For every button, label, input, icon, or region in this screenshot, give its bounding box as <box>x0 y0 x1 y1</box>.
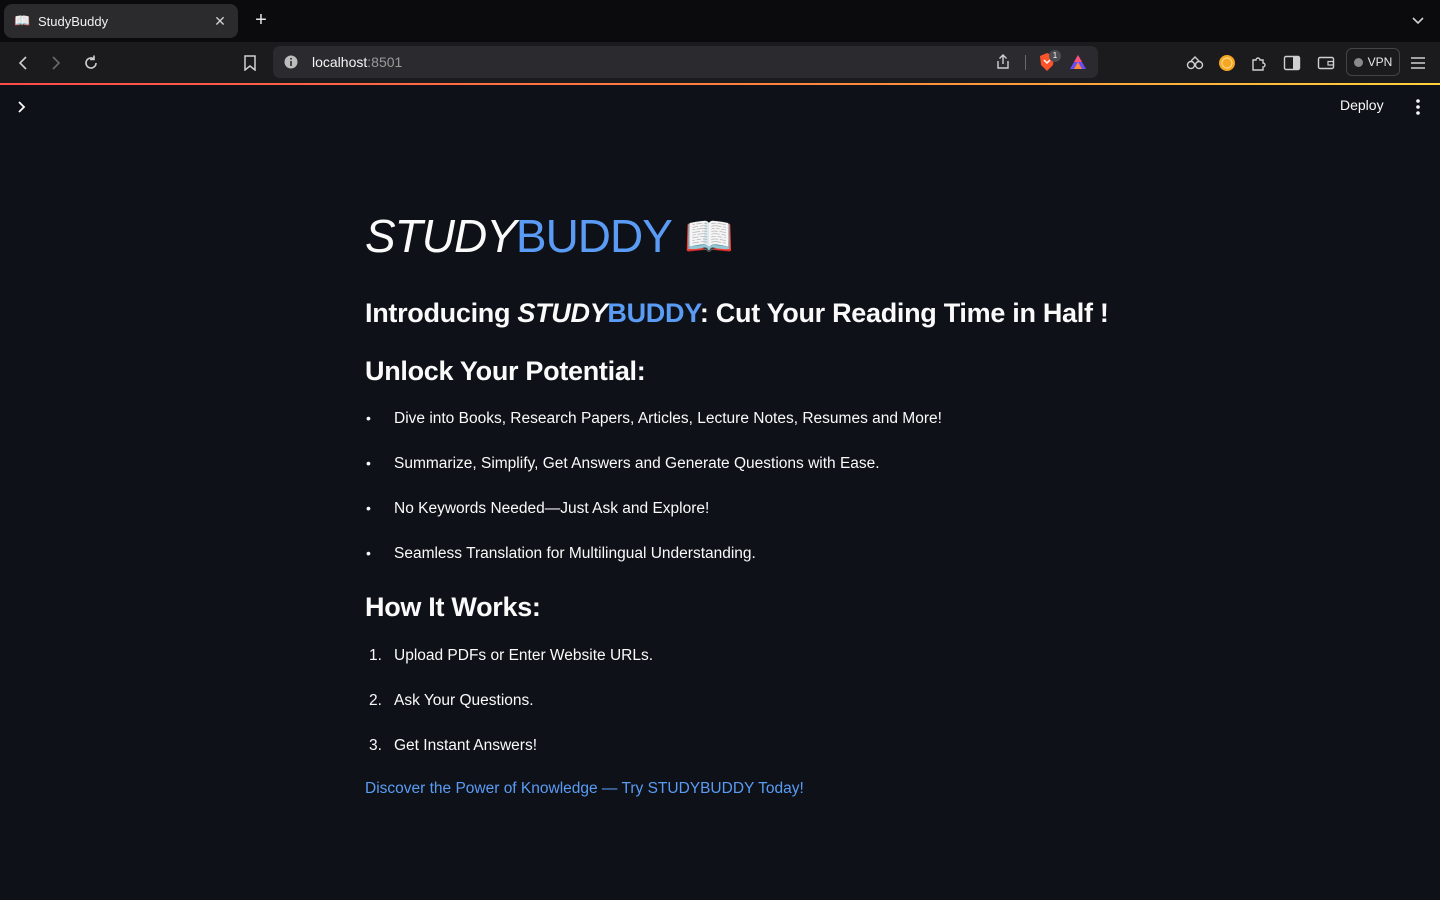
new-tab-icon[interactable]: + <box>250 9 272 31</box>
wallet-icon[interactable] <box>1315 52 1337 74</box>
reload-icon[interactable] <box>80 52 102 74</box>
step-text: Ask Your Questions. <box>394 692 534 709</box>
url-text[interactable]: localhost:8501 <box>312 54 402 70</box>
back-icon[interactable] <box>12 52 34 74</box>
list-item-text: Summarize, Simplify, Get Answers and Gen… <box>394 455 880 472</box>
app-header: Deploy <box>0 85 1440 129</box>
open-book-icon: 📖 <box>683 214 734 259</box>
list-item: 3. Get Instant Answers! <box>365 737 653 782</box>
menu-icon[interactable] <box>1407 52 1429 74</box>
app-title: STUDY BUDDY 📖 <box>365 200 1085 272</box>
bullet-icon: • <box>366 410 371 426</box>
title-buddy: BUDDY <box>515 210 673 262</box>
cta-link[interactable]: Discover the Power of Knowledge — Try ST… <box>365 780 804 798</box>
feature-list: • Dive into Books, Research Papers, Artic… <box>365 410 942 590</box>
rewards-coin-icon[interactable] <box>1216 52 1238 74</box>
deploy-button[interactable]: Deploy <box>1340 97 1384 113</box>
title-study: STUDY <box>365 210 517 262</box>
vpn-status-icon <box>1353 57 1363 67</box>
list-item: • Seamless Translation for Multilingual U… <box>365 545 942 590</box>
list-item-text: Dive into Books, Research Papers, Articl… <box>394 410 942 427</box>
bookmark-icon[interactable] <box>239 52 261 74</box>
forward-icon[interactable] <box>45 52 67 74</box>
tab-title: StudyBuddy <box>38 13 109 29</box>
intro-brand-study: STUDY <box>517 298 608 328</box>
bullet-icon: • <box>366 545 371 561</box>
vpn-button[interactable]: VPN <box>1346 48 1400 76</box>
bullet-icon: • <box>366 455 371 471</box>
vpn-label: VPN <box>1367 55 1393 69</box>
list-item: 2. Ask Your Questions. <box>365 692 653 737</box>
step-text: Get Instant Answers! <box>394 737 538 754</box>
url-divider <box>1025 55 1026 70</box>
intro-heading: Introducing STUDYBUDDY: Cut Your Reading… <box>365 298 1109 329</box>
more-options-icon[interactable] <box>1410 97 1426 117</box>
shields-count-badge: 1 <box>1049 50 1061 62</box>
intro-suffix: : Cut Your Reading Time in Half ! <box>699 298 1109 328</box>
extensions-icon[interactable] <box>1248 52 1270 74</box>
section-heading-potential: Unlock Your Potential: <box>365 356 646 386</box>
book-favicon-icon: 📖 <box>14 13 31 28</box>
section-heading-how-it-works: How It Works: <box>365 592 541 622</box>
url-port: :8501 <box>367 54 403 70</box>
list-item-text: No Keywords Needed—Just Ask and Explore! <box>394 500 710 517</box>
share-icon[interactable] <box>995 54 1011 70</box>
browser-tab-bar: 📖 StudyBuddy ✕ + <box>0 0 1440 42</box>
list-item: • Summarize, Simplify, Get Answers and Ge… <box>365 455 942 500</box>
site-info-icon[interactable] <box>283 54 299 70</box>
ai-assistant-icon[interactable] <box>1184 52 1206 74</box>
step-number: 1. <box>369 647 382 664</box>
brave-rewards-icon[interactable] <box>1069 53 1087 71</box>
chevron-right-icon[interactable] <box>14 99 30 115</box>
list-item-text: Seamless Translation for Multilingual Un… <box>394 545 756 562</box>
list-item: • No Keywords Needed—Just Ask and Explore… <box>365 500 942 545</box>
bullet-icon: • <box>366 500 371 516</box>
main-content: STUDY BUDDY 📖 Introducing STUDYBUDDY: Cut … <box>365 200 1109 797</box>
steps-list: 1. Upload PDFs or Enter Website URLs. 2. A… <box>365 647 653 782</box>
url-host: localhost <box>312 54 368 70</box>
browser-toolbar: localhost:8501 1 VPN <box>0 42 1440 84</box>
browser-tab-studybuddy[interactable]: 📖 StudyBuddy ✕ <box>4 4 238 38</box>
list-item: 1. Upload PDFs or Enter Website URLs. <box>365 647 653 692</box>
step-number: 2. <box>369 692 382 709</box>
sidebar-panel-icon[interactable] <box>1281 52 1303 74</box>
list-item: • Dive into Books, Research Papers, Artic… <box>365 410 942 455</box>
step-number: 3. <box>369 737 382 754</box>
close-tab-icon[interactable]: ✕ <box>212 13 228 30</box>
step-text: Upload PDFs or Enter Website URLs. <box>394 647 654 664</box>
address-bar[interactable]: localhost:8501 1 <box>273 46 1098 78</box>
intro-brand-buddy: BUDDY <box>607 298 700 328</box>
chevron-down-icon[interactable] <box>1410 12 1426 28</box>
intro-prefix: Introducing <box>365 298 518 328</box>
